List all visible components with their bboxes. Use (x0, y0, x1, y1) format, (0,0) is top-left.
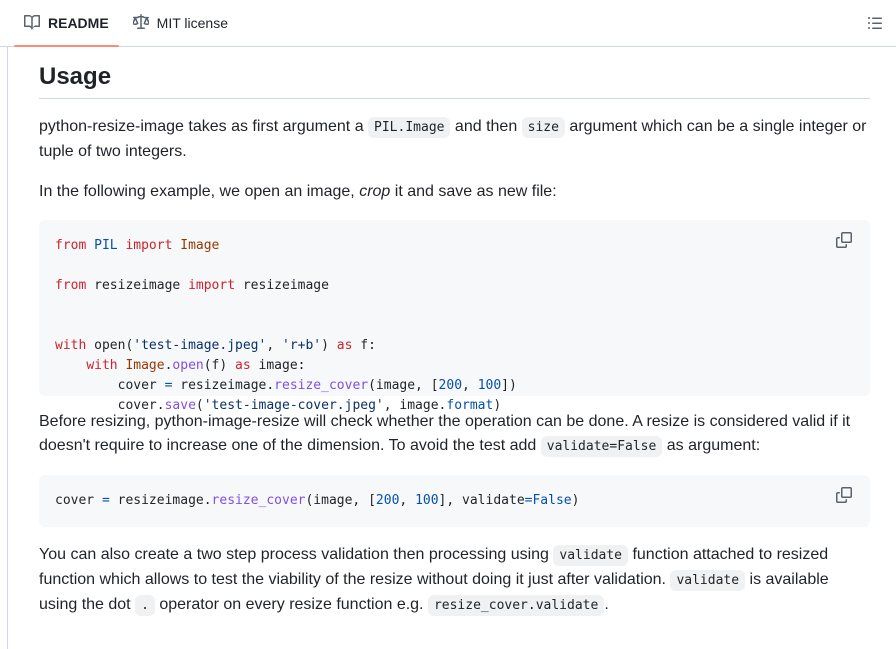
code-number: 200 (438, 378, 463, 393)
code-punct: ]) (501, 378, 517, 393)
code-number: 100 (477, 378, 502, 393)
code-var: image: (250, 358, 306, 373)
paragraph-text: In the following example, we open an ima… (39, 183, 360, 200)
paragraph-text: as argument: (662, 437, 761, 454)
code-args: (image, [ (305, 493, 376, 508)
code-args: (f) (203, 358, 236, 373)
code-block-validate: cover = resizeimage.resize_cover(image, … (39, 475, 870, 527)
code-block-example: from PIL import Image from resizeimage im… (39, 220, 870, 413)
code-var: cover. (117, 398, 165, 413)
outline-button[interactable] (864, 12, 886, 34)
copy-icon (836, 232, 852, 252)
tab-readme[interactable]: README (14, 0, 119, 47)
inline-code-dot: . (135, 595, 155, 616)
code-keyword: with (55, 338, 87, 353)
code-function: resize_cover (211, 493, 306, 508)
copy-icon (836, 487, 852, 507)
inline-code-validate: validate (553, 545, 629, 566)
code-line: from PIL import Image (55, 236, 854, 256)
code-args: , image. (383, 398, 447, 413)
tab-license-label: MIT license (156, 15, 228, 31)
inline-code-pil-image: PIL.Image (368, 117, 451, 138)
code-line: cover = resizeimage.resize_cover(image, … (55, 376, 854, 396)
code-punct: ( (195, 398, 204, 413)
tab-readme-label: README (48, 15, 109, 31)
copy-code-button[interactable] (836, 487, 854, 505)
section-heading-usage: Usage (39, 47, 870, 99)
code-punct: ) (571, 493, 580, 508)
code-var: cover (117, 378, 157, 393)
code-name: resizeimage (235, 278, 329, 293)
law-scale-icon (131, 13, 150, 33)
inline-code-size: size (521, 117, 565, 138)
paragraph-validation: Before resizing, python-image-resize wil… (39, 410, 870, 459)
inline-code-resize-cover-validate: resize_cover.validate (427, 595, 605, 616)
code-string: 'test-image-cover.jpeg' (203, 398, 384, 413)
code-punct: , (266, 338, 282, 353)
code-punct: , (462, 378, 478, 393)
code-line: cover = resizeimage.resize_cover(image, … (55, 491, 854, 511)
paragraph-text: it and save as new file: (390, 183, 557, 200)
code-line: with Image.open(f) as image: (55, 356, 854, 376)
inline-code-validate: validate (670, 570, 746, 591)
code-line: from resizeimage import resizeimage (55, 276, 854, 296)
code-punct: , (399, 493, 416, 508)
code-keyword: with (86, 358, 118, 373)
paragraph-two-step: You can also create a two step process v… (39, 543, 870, 618)
list-unordered-icon (864, 17, 886, 38)
code-keyword: as (336, 338, 353, 353)
code-operator: = (156, 378, 181, 393)
code-number: 200 (375, 493, 400, 508)
code-keyword: import (125, 238, 173, 253)
code-module: resizeimage. (117, 493, 212, 508)
code-keyword: import (188, 278, 236, 293)
copy-code-button[interactable] (836, 232, 854, 250)
code-var: cover (55, 493, 95, 508)
readme-content: Usage python-resize-image takes as first… (7, 47, 896, 649)
code-attribute: format (446, 398, 494, 413)
code-args: ], validate (438, 493, 525, 508)
code-name: Image (172, 238, 220, 253)
code-module: resizeimage. (180, 378, 275, 393)
book-icon (24, 14, 40, 33)
code-function: open (172, 358, 204, 373)
code-line: cover.save('test-image-cover.jpeg', imag… (55, 396, 854, 416)
paragraph-text: operator on every resize function e.g. (154, 596, 428, 613)
code-function: open (86, 338, 126, 353)
code-function: resize_cover (274, 378, 369, 393)
code-function: save (164, 398, 196, 413)
code-keyword: as (235, 358, 251, 373)
code-punct: ) (321, 338, 337, 353)
paragraph-example-intro: In the following example, we open an ima… (39, 180, 870, 204)
paragraph-text: python-resize-image takes as first argum… (39, 118, 369, 135)
code-class: Image (117, 358, 165, 373)
code-string: 'r+b' (282, 338, 322, 353)
code-number: 100 (415, 493, 439, 508)
paragraph-text: . (604, 596, 609, 613)
inline-code-validate-false: validate=False (540, 436, 663, 457)
code-args: (image, [ (368, 378, 439, 393)
paragraph-text: and then (450, 118, 522, 135)
readme-tab-bar: README MIT license (0, 0, 896, 47)
code-line: with open('test-image.jpeg', 'r+b') as f… (55, 336, 854, 356)
paragraph-text: You can also create a two step process v… (39, 546, 554, 563)
paragraph-intro: python-resize-image takes as first argum… (39, 115, 870, 164)
code-string: 'test-image.jpeg' (133, 338, 267, 353)
code-keyword: from (55, 278, 87, 293)
tab-license[interactable]: MIT license (123, 0, 238, 46)
code-var: f: (352, 338, 376, 353)
code-constant: False (532, 493, 572, 508)
code-operator: = (94, 493, 118, 508)
code-module: resizeimage (86, 278, 189, 293)
emphasis-crop: crop (359, 183, 391, 200)
code-punct: ) (493, 398, 502, 413)
code-module: PIL (86, 238, 126, 253)
code-keyword: from (55, 238, 87, 253)
